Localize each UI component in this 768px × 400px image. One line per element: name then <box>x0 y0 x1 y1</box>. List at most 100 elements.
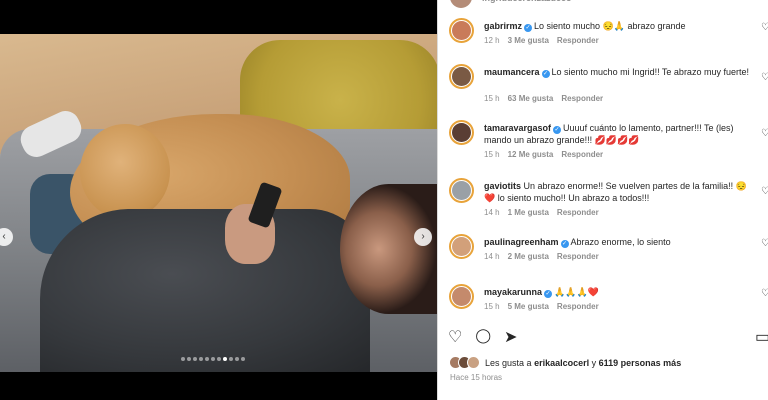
comment-meta: 15 h 63 Me gusta Responder <box>484 94 603 103</box>
post-timestamp: Hace 15 horas <box>450 373 503 382</box>
avatar-image <box>452 67 471 86</box>
comment-meta: 12 h 3 Me gusta Responder <box>484 36 599 45</box>
likes-text: Les gusta a erikaalcocerl y 6119 persona… <box>485 358 681 368</box>
commenter-avatar[interactable] <box>449 18 474 43</box>
carousel-dot <box>211 357 215 361</box>
carousel-dot <box>241 357 245 361</box>
comment-like-icon[interactable]: ♡ <box>761 288 768 299</box>
commenter-username[interactable]: paulinagreenham <box>484 237 559 247</box>
commenter-username[interactable]: mayakarunna <box>484 287 542 297</box>
reply-button[interactable]: Responder <box>557 36 599 45</box>
comment-body: tamaravargasof ✓ Uuuuf cuánto lo lamento, … <box>484 122 754 146</box>
verified-badge-icon: ✓ <box>524 24 533 32</box>
avatar-image <box>452 123 471 142</box>
comment-meta: 15 h 5 Me gusta Responder <box>484 302 599 311</box>
carousel-dot <box>181 357 185 361</box>
carousel-dot <box>229 357 233 361</box>
commenter-avatar[interactable] <box>449 284 474 309</box>
comment-time: 14 h <box>484 208 500 217</box>
likes-prefix: Les gusta a <box>485 357 532 368</box>
author-avatar[interactable] <box>450 0 472 8</box>
reply-button[interactable]: Responder <box>561 150 603 159</box>
commenter-username[interactable]: gabrirmz <box>484 21 522 31</box>
carousel-dots <box>181 357 245 361</box>
carousel-dot <box>199 357 203 361</box>
commenter-avatar[interactable] <box>449 178 474 203</box>
comment-text: 🙏🙏🙏❤️ <box>554 287 599 297</box>
like-icon[interactable]: ♡ <box>448 327 462 347</box>
comment-like-icon[interactable]: ♡ <box>761 128 768 139</box>
carousel-dot <box>235 357 239 361</box>
comment-like-count[interactable]: 63 Me gusta <box>508 94 554 103</box>
comment-body: maumancera ✓ Lo siento mucho mi Ingrid!! T… <box>484 66 754 78</box>
carousel-dot <box>223 357 227 361</box>
bookmark-icon[interactable]: ▭ <box>755 327 768 347</box>
comments-panel: ingriddecrenzazucco gabrirmz✓Lo siento m… <box>437 0 768 400</box>
carousel-dot <box>193 357 197 361</box>
commenter-avatar[interactable] <box>449 64 474 89</box>
comment-like-icon[interactable]: ♡ <box>761 238 768 249</box>
comment-text: Abrazo enorme, lo siento <box>570 237 671 247</box>
liker-avatar <box>467 356 480 369</box>
carousel-next-button[interactable]: › <box>414 228 432 246</box>
post-media-pane: ‹ › <box>0 0 437 400</box>
avatar-image <box>452 181 471 200</box>
comment-body: mayakarunna ✓ 🙏🙏🙏❤️ <box>484 286 754 298</box>
chevron-left-icon: ‹ <box>2 231 6 242</box>
comment-meta: 15 h 12 Me gusta Responder <box>484 150 603 159</box>
comment-like-icon[interactable]: ♡ <box>761 72 768 83</box>
comment-body: gaviotits Un abrazo enorme!! Se vuelven … <box>484 180 754 204</box>
reply-button[interactable]: Responder <box>557 208 599 217</box>
comment-like-icon[interactable]: ♡ <box>761 22 768 33</box>
comment-icon[interactable]: ◯ <box>475 327 491 347</box>
comment-meta: 14 h 2 Me gusta Responder <box>484 252 599 261</box>
carousel-dot <box>187 357 191 361</box>
verified-badge-icon: ✓ <box>544 290 553 298</box>
commenter-username[interactable]: maumancera <box>484 67 540 77</box>
comment-body: gabrirmz ✓ Lo siento mucho 😔🙏 abrazo grand… <box>484 20 754 32</box>
verified-badge-icon: ✓ <box>560 240 569 248</box>
comment-time: 15 h <box>484 302 500 311</box>
comment-like-count[interactable]: 2 Me gusta <box>508 252 549 261</box>
carousel-dot <box>217 357 221 361</box>
comment-like-count[interactable]: 3 Me gusta <box>508 36 549 45</box>
likes-count[interactable]: 6119 personas más <box>599 358 682 368</box>
chevron-right-icon: › <box>421 231 425 242</box>
comment-like-icon[interactable]: ♡ <box>761 186 768 197</box>
commenter-username[interactable]: tamaravargasof <box>484 123 551 133</box>
likes-summary: Les gusta a erikaalcocerl y 6119 persona… <box>449 356 681 369</box>
comment-time: 15 h <box>484 94 500 103</box>
post-photo[interactable]: ‹ › <box>0 34 437 372</box>
comment-text: Un abrazo enorme!! Se vuelven partes de … <box>484 181 747 203</box>
author-username[interactable]: ingriddecrenzazucco <box>482 0 572 3</box>
comment-text: Lo siento mucho mi Ingrid!! Te abrazo mu… <box>551 67 749 77</box>
photo-blanket <box>40 209 370 372</box>
comment-like-count[interactable]: 5 Me gusta <box>508 302 549 311</box>
carousel-dot <box>205 357 209 361</box>
photo-dog-head <box>80 124 170 219</box>
post-header: ingriddecrenzazucco <box>438 0 768 10</box>
commenter-avatar[interactable] <box>449 120 474 145</box>
comment-body: paulinagreenham ✓ Abrazo enorme, lo siento <box>484 236 754 248</box>
reply-button[interactable]: Responder <box>557 252 599 261</box>
likes-connector: y <box>591 357 597 368</box>
comment-like-count[interactable]: 1 Me gusta <box>508 208 549 217</box>
comment-meta: 14 h 1 Me gusta Responder <box>484 208 599 217</box>
comment-time: 12 h <box>484 36 500 45</box>
post-actions: ♡ ◯ ➤ <box>448 327 517 347</box>
commenter-avatar[interactable] <box>449 234 474 259</box>
comment-time: 15 h <box>484 150 500 159</box>
avatar-image <box>452 237 471 256</box>
commenter-username[interactable]: gaviotits <box>484 181 521 191</box>
liker-username[interactable]: erikaalcocerl <box>534 358 589 368</box>
comment-text: Lo siento mucho 😔🙏 abrazo grande <box>534 21 686 31</box>
comment-time: 14 h <box>484 252 500 261</box>
comment-like-count[interactable]: 12 Me gusta <box>508 150 554 159</box>
reply-button[interactable]: Responder <box>557 302 599 311</box>
avatar-image <box>452 21 471 40</box>
verified-badge-icon: ✓ <box>541 70 550 78</box>
reply-button[interactable]: Responder <box>561 94 603 103</box>
share-icon[interactable]: ➤ <box>504 327 517 347</box>
avatar-image <box>452 287 471 306</box>
verified-badge-icon: ✓ <box>553 126 562 134</box>
